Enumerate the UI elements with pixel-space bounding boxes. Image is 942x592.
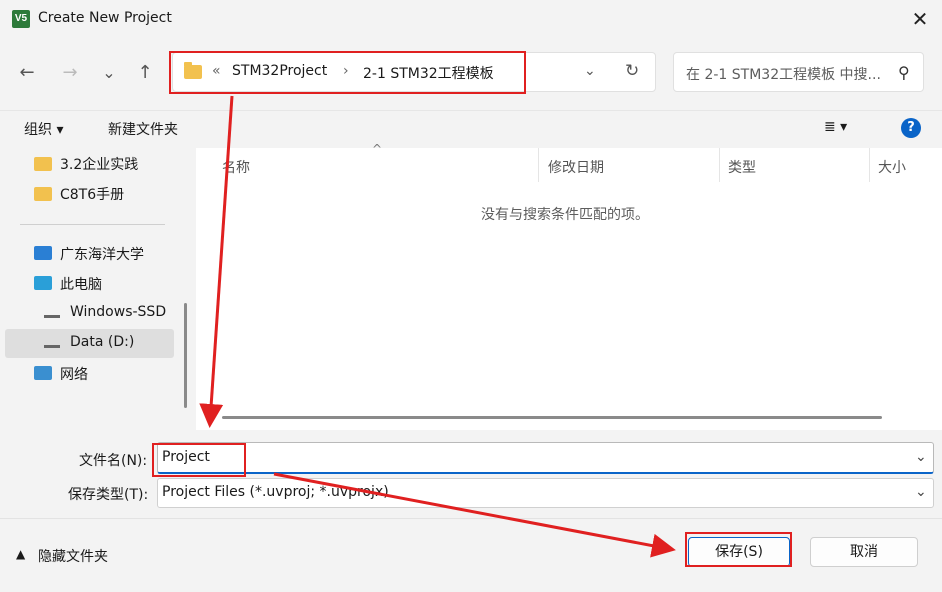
arrow-filename-to-save xyxy=(273,472,676,558)
annotation-arrows xyxy=(199,95,676,558)
arrow-path-to-filename xyxy=(199,95,234,428)
